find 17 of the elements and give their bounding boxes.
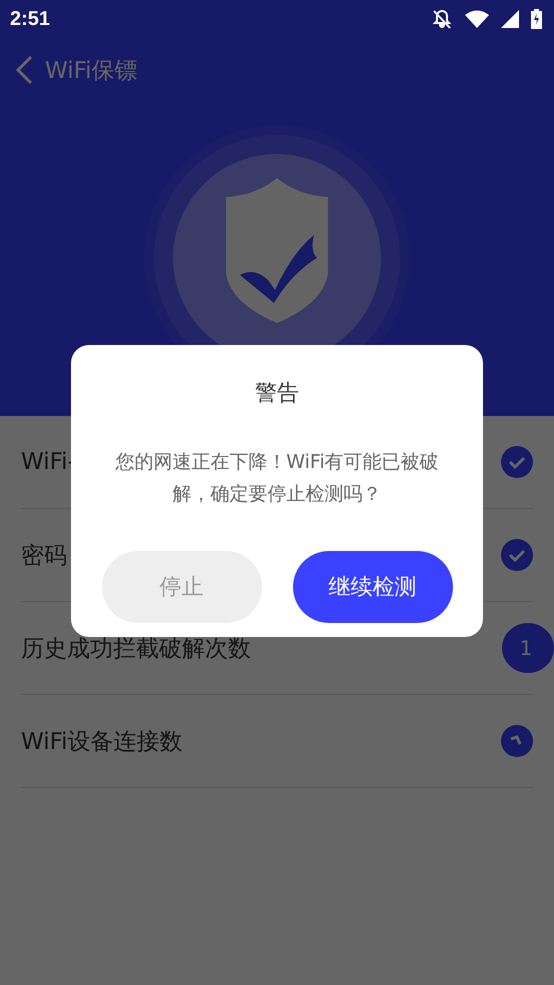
- battery-charging-icon: [531, 9, 542, 29]
- check-circle-icon: [501, 539, 533, 571]
- status-time: 2:51: [10, 8, 50, 30]
- continue-button[interactable]: 继续检测: [292, 551, 452, 623]
- bell-off-icon: [431, 8, 453, 30]
- signal-icon: [501, 10, 519, 28]
- check-circle-icon: [501, 446, 533, 478]
- row-label: WiFi-: [21, 449, 76, 475]
- wifi-icon: [465, 10, 489, 28]
- page-title: WiFi保镖: [45, 56, 138, 86]
- count-badge: 1: [502, 623, 554, 673]
- row-label: WiFi设备连接数: [21, 728, 183, 756]
- loading-icon: [501, 725, 533, 757]
- dialog-message: 您的网速正在下降！WiFi有可能已被破解，确定要停止检测吗？: [114, 450, 440, 507]
- dialog-title: 警告: [255, 380, 299, 408]
- row-label: 密码: [21, 542, 67, 570]
- row-label: 历史成功拦截破解次数: [21, 634, 251, 664]
